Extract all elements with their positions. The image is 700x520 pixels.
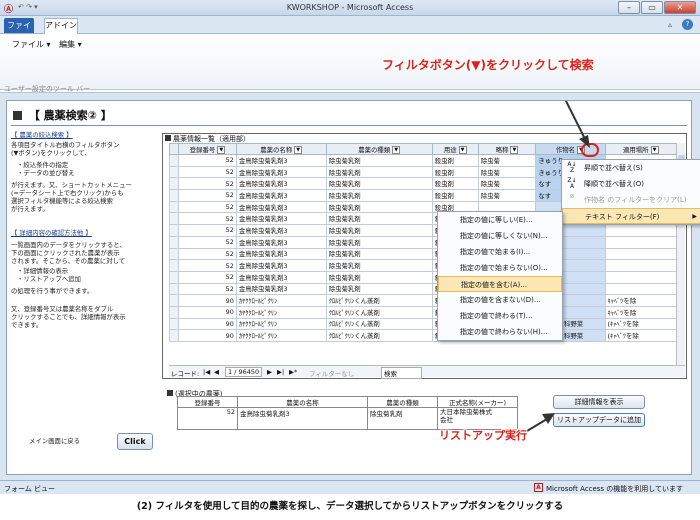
selected-pesticide-table: 登録番号 農薬の名称 農薬の種類 正式名称(メーカー) 52 金鳥除虫菊乳剤3 … [177, 396, 518, 430]
tab-addin[interactable]: アドイン [44, 18, 78, 34]
annotation-filter: フィルタボタン(▼)をクリックして検索 [382, 58, 594, 72]
close-button[interactable]: ✕ [664, 1, 696, 14]
ribbon-collapse-icon[interactable]: ▵ [668, 20, 672, 29]
arrow-line-bottom [526, 418, 548, 432]
sel-col-name: 農薬の名称 [237, 396, 368, 408]
sel-name: 金鳥除虫菊乳剤3 [237, 407, 368, 430]
access-status-icon: A [534, 483, 543, 492]
sel-type: 除虫菊乳剤 [367, 407, 438, 430]
sel-col-maker: 正式名称(メーカー) [437, 396, 518, 408]
status-bar: フォーム ビュー A Microsoft Access の機能を利用しています [0, 480, 700, 494]
minimize-button[interactable]: – [618, 1, 640, 14]
menu-file[interactable]: ファイル ▾ [12, 40, 51, 49]
status-view-mode: フォーム ビュー [4, 485, 56, 493]
arrow-head-top [579, 135, 590, 148]
tab-file[interactable]: ファイル [4, 18, 34, 45]
annotation-listup: リストアップ実行 [439, 429, 527, 442]
status-message: Microsoft Access の機能を利用しています [546, 485, 684, 493]
sel-col-type: 農薬の種類 [367, 396, 438, 408]
maximize-button[interactable]: ▭ [641, 1, 663, 14]
add-to-listup-button[interactable]: リストアップデータに追加 [553, 413, 645, 427]
arrow-line-top [564, 101, 586, 140]
window-titlebar: Ⓐ ↶ ↷ ▾ KWORKSHOP - Microsoft Access – ▭… [0, 0, 700, 16]
menu-edit[interactable]: 編集 ▾ [59, 40, 82, 49]
figure-caption: (2) フィルタを使用して目的の農薬を探し、データ選択してからリストアップボタン… [136, 501, 564, 512]
search-form: 【 農薬検索② 】 【 農薬の絞込検索 】 各項目タイトル右横のフィルタボタン … [6, 100, 700, 475]
ribbon-tabs: ファイル アドイン ▵ ? [0, 16, 700, 45]
submenu-arrow-icon: ▶ [692, 213, 697, 220]
ribbon-body: ファイル ▾ 編集 ▾ ユーザー設定のツール バー [0, 34, 700, 93]
help-icon[interactable]: ? [682, 19, 693, 30]
sel-col-reg-no: 登録番号 [177, 396, 238, 408]
selected-icon [167, 390, 173, 396]
sel-reg-no: 52 [177, 407, 238, 430]
show-details-button[interactable]: 詳細情報を表示 [553, 395, 645, 409]
window-title: KWORKSHOP - Microsoft Access [286, 3, 414, 12]
